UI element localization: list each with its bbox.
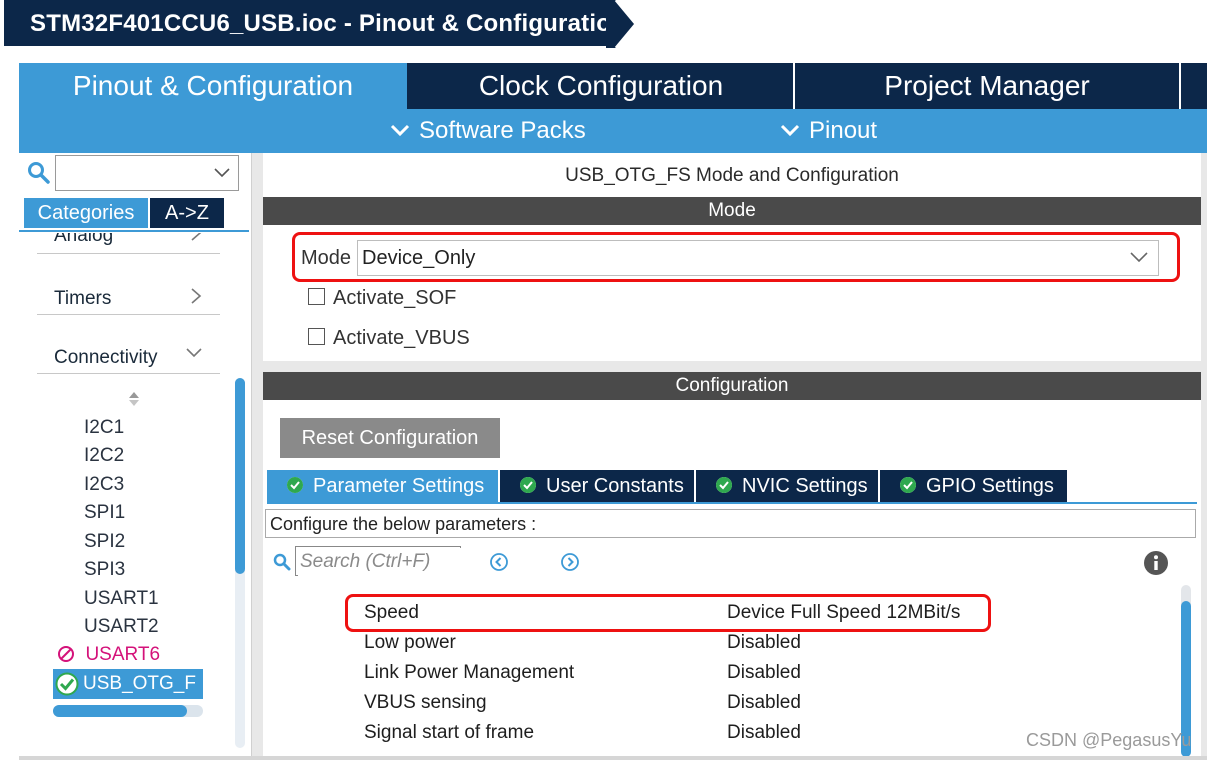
checkbox-icon[interactable]: [308, 288, 325, 306]
chevron-down-icon[interactable]: [214, 167, 230, 179]
parameter-search-field[interactable]: [295, 546, 462, 576]
panel-title: USB_OTG_FS Mode and Configuration: [565, 165, 899, 186]
panel-edge: [1201, 153, 1207, 760]
pinout-label: Pinout: [809, 117, 878, 144]
mode-section-header: Mode: [263, 197, 1201, 225]
chevron-down-icon: [186, 348, 202, 358]
search-icon[interactable]: [273, 553, 291, 571]
group-analog[interactable]: Analog: [37, 233, 220, 254]
activate-sof-label: Activate_SOF: [333, 287, 457, 309]
param-link-power-name: Link Power Management: [364, 662, 575, 683]
category-tabs: Categories A->Z: [24, 198, 224, 228]
software-packs-menu[interactable]: Software Packs: [389, 109, 586, 153]
tab-a-z[interactable]: A->Z: [150, 198, 224, 228]
conflict-icon: [58, 646, 74, 663]
chevron-down-icon: [390, 124, 410, 136]
mode-highlight-box: [292, 232, 1180, 282]
tab-pinout-configuration[interactable]: Pinout & Configuration: [19, 63, 407, 109]
check-circle-icon: [520, 477, 536, 494]
main-tabs: Pinout & Configuration Clock Configurati…: [19, 63, 1207, 109]
check-circle-icon: [716, 477, 732, 494]
chevron-down-icon: [780, 124, 800, 136]
section-divider: [263, 361, 1201, 372]
sort-icon[interactable]: [128, 391, 140, 407]
tab-underline: [19, 230, 249, 232]
peripheral-usart2[interactable]: USART2: [84, 616, 159, 638]
param-link-power-value[interactable]: Disabled: [727, 662, 801, 684]
param-sof-name: Signal start of frame: [364, 722, 535, 743]
chevron-right-icon: [191, 288, 202, 304]
param-vbus-sensing-name: VBUS sensing: [364, 692, 487, 713]
tab-parameter-settings[interactable]: Parameter Settings: [267, 470, 498, 502]
window-title: STM32F401CCU6_USB.ioc - Pinout & Configu…: [30, 10, 626, 37]
peripheral-usb-otg-fs-label: USB_OTG_F: [83, 673, 196, 694]
activate-vbus-checkbox[interactable]: Activate_VBUS: [308, 327, 470, 350]
peripheral-usart1[interactable]: USART1: [84, 588, 159, 610]
group-timers[interactable]: Timers: [37, 256, 220, 315]
activate-sof-checkbox[interactable]: Activate_SOF: [308, 287, 456, 310]
param-low-power-name: Low power: [364, 632, 456, 653]
peripheral-usb-otg-fs[interactable]: USB_OTG_F: [53, 669, 203, 699]
pinout-menu[interactable]: Pinout: [779, 109, 877, 153]
speed-highlight-box: [345, 594, 991, 632]
category-panel: Categories A->Z Analog Timers Connectivi…: [19, 153, 252, 760]
next-result-icon[interactable]: [560, 552, 580, 572]
bottom-border: [19, 756, 1207, 760]
param-tab-underline: [267, 502, 1197, 504]
param-sof-value[interactable]: Disabled: [727, 722, 801, 744]
sub-navigation: Software Packs Pinout: [19, 109, 1207, 153]
peripheral-usart6-label: USART6: [85, 644, 161, 665]
tab-user-constants-label: User Constants: [546, 475, 684, 497]
peripheral-i2c1[interactable]: I2C1: [84, 417, 124, 439]
peripheral-i2c2[interactable]: I2C2: [84, 445, 124, 467]
search-icon[interactable]: [27, 161, 51, 185]
info-icon[interactable]: [1143, 550, 1169, 576]
group-connectivity[interactable]: Connectivity: [37, 315, 220, 374]
parameter-search-input[interactable]: [298, 548, 462, 576]
group-timers-label: Timers: [54, 288, 112, 309]
tab-gpio-settings[interactable]: GPIO Settings: [880, 470, 1067, 502]
reset-configuration-button[interactable]: Reset Configuration: [280, 418, 500, 458]
activate-vbus-label: Activate_VBUS: [333, 327, 470, 349]
peripheral-usart6[interactable]: USART6: [57, 644, 160, 666]
tab-clock-configuration[interactable]: Clock Configuration: [409, 63, 795, 109]
peripheral-spi3[interactable]: SPI3: [84, 559, 125, 581]
peripheral-config-panel: USB_OTG_FS Mode and Configuration Mode M…: [252, 153, 1207, 760]
parameters-hint: Configure the below parameters :: [265, 509, 1196, 538]
tab-nvic-settings[interactable]: NVIC Settings: [696, 470, 878, 502]
tab-categories[interactable]: Categories: [24, 198, 148, 228]
group-connectivity-label: Connectivity: [54, 347, 158, 368]
tab-gpio-settings-label: GPIO Settings: [926, 475, 1054, 497]
tab-user-constants[interactable]: User Constants: [500, 470, 694, 502]
category-search-combo[interactable]: [55, 155, 239, 191]
category-list: Analog Timers Connectivity I2C1 I2C2 I2C…: [19, 233, 235, 760]
param-vbus-sensing-value[interactable]: Disabled: [727, 692, 801, 714]
checkbox-icon[interactable]: [308, 328, 325, 346]
breadcrumb-chevron-icon: [606, 0, 638, 48]
horizontal-scrollbar-thumb[interactable]: [53, 705, 187, 717]
tab-project-manager[interactable]: Project Manager: [795, 63, 1181, 109]
check-circle-icon: [287, 477, 303, 494]
peripheral-i2c3[interactable]: I2C3: [84, 474, 124, 496]
config-content: USB_OTG_FS Mode and Configuration Mode M…: [263, 153, 1201, 760]
software-packs-label: Software Packs: [419, 117, 586, 144]
category-scrollbar-thumb[interactable]: [235, 378, 245, 574]
check-circle-icon: [900, 477, 916, 494]
tab-nvic-settings-label: NVIC Settings: [742, 475, 868, 497]
chevron-right-icon: [191, 233, 202, 241]
window-title-bar: STM32F401CCU6_USB.ioc - Pinout & Configu…: [0, 0, 1207, 48]
watermark: CSDN @PegasusYu: [1026, 730, 1192, 750]
previous-result-icon[interactable]: [489, 552, 509, 572]
param-low-power-value[interactable]: Disabled: [727, 632, 801, 654]
peripheral-spi2[interactable]: SPI2: [84, 531, 125, 553]
group-analog-label: Analog: [54, 233, 114, 246]
peripheral-spi1[interactable]: SPI1: [84, 502, 125, 524]
configuration-section-header: Configuration: [263, 372, 1201, 400]
tab-parameter-settings-label: Parameter Settings: [313, 475, 485, 497]
check-circle-icon: [55, 672, 79, 696]
